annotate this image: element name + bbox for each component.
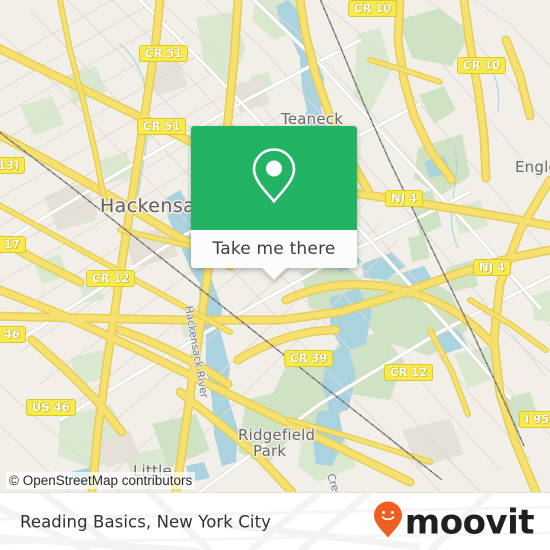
place-title: Reading Basics, New York City: [20, 512, 272, 532]
road-shield: CR 10: [348, 0, 398, 17]
road-shield: CR 39: [284, 350, 334, 367]
road-shield: NJ 4: [385, 190, 423, 207]
road-shield: CR 10: [457, 57, 507, 74]
road-shield: CR 51: [137, 118, 187, 135]
osm-attribution[interactable]: © OpenStreetMap contributors: [6, 472, 196, 489]
moovit-pin-smiley-icon: [373, 501, 403, 544]
road-shield: 46: [0, 326, 27, 343]
road-shield: CR 12: [86, 270, 136, 287]
moovit-wordmark: moovit: [404, 502, 535, 542]
place-callout-card[interactable]: Take me there: [191, 126, 357, 280]
callout-pointer: [262, 268, 286, 280]
road-shield: I 95: [519, 411, 550, 428]
moovit-place-card-screen: .w { fill:#aad3df; } .g { fill:#cfe3c4; …: [0, 0, 550, 550]
road-shield: NJ 4: [473, 259, 511, 276]
take-me-there-button[interactable]: Take me there: [191, 230, 357, 268]
bottom-info-bar: Reading Basics, New York City moovit: [0, 492, 550, 550]
take-me-there-label: Take me there: [212, 239, 336, 259]
moovit-brand[interactable]: moovit: [373, 501, 535, 544]
callout-body: [191, 126, 357, 230]
road-shield: US 46: [26, 399, 76, 416]
map-pin-icon: [250, 146, 298, 211]
road-shield: CR 51: [139, 45, 189, 62]
road-shield: 13): [0, 157, 26, 174]
road-shield: 17: [0, 236, 27, 253]
road-shield: CR 12: [384, 364, 434, 381]
